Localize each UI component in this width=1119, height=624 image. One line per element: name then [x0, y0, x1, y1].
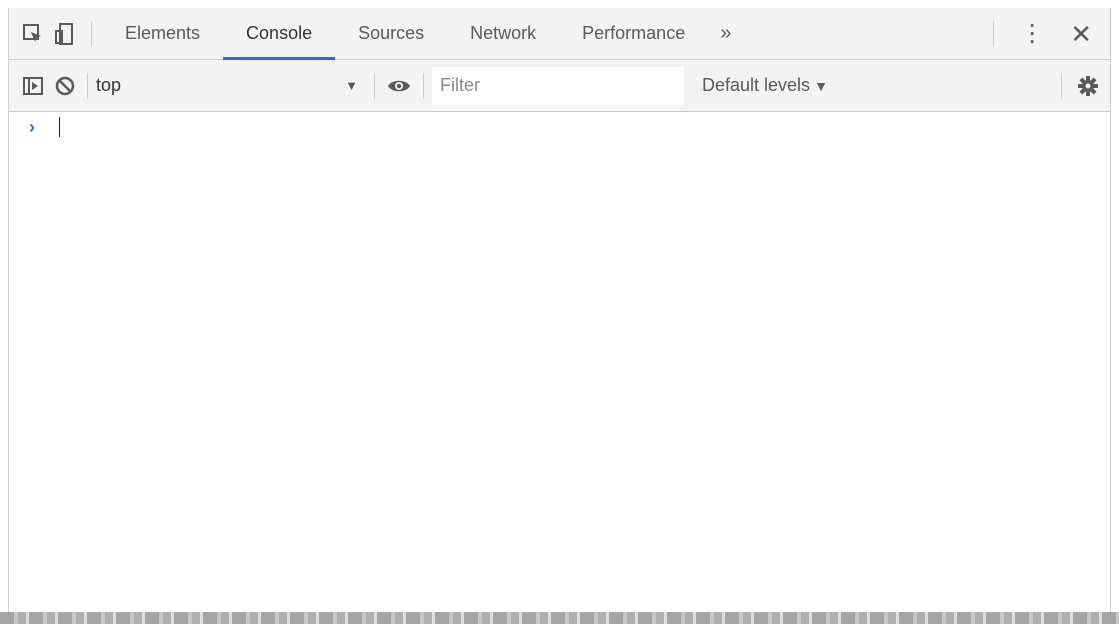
close-icon[interactable]: ✕: [1060, 8, 1102, 60]
tab-sources[interactable]: Sources: [335, 8, 447, 60]
toolbar-divider-2: [374, 72, 375, 99]
sidebar-toggle-icon[interactable]: [17, 70, 49, 102]
chevron-down-icon: ▼: [814, 78, 828, 94]
clear-console-icon[interactable]: [49, 70, 81, 102]
toolbar-divider: [87, 72, 88, 99]
chevron-down-icon: ▼: [345, 77, 358, 93]
console-output[interactable]: ›: [9, 112, 1110, 614]
device-toolbar-icon[interactable]: [49, 18, 81, 50]
context-value: top: [96, 75, 122, 95]
log-levels-label: Default levels: [702, 75, 811, 95]
console-toolbar: top ▼ Default levels▼: [9, 60, 1110, 112]
devtools-tabbar: Elements Console Sources Network Perform…: [9, 8, 1110, 60]
prompt-chevron-icon: ›: [29, 116, 35, 137]
toolbar-right-divider: [1061, 73, 1062, 99]
tab-performance[interactable]: Performance: [559, 8, 708, 60]
tabbar-right-divider: [993, 21, 995, 47]
element-picker-icon[interactable]: [17, 18, 49, 50]
tab-network[interactable]: Network: [447, 8, 559, 60]
torn-edge-artifact: [0, 612, 1119, 624]
tabbar-divider: [91, 20, 92, 47]
devtools-panel: Elements Console Sources Network Perform…: [8, 8, 1111, 614]
gear-icon[interactable]: [1072, 70, 1104, 102]
log-levels-dropdown[interactable]: Default levels ▼: [702, 75, 828, 96]
toolbar-divider-3: [423, 72, 424, 99]
text-caret: [59, 117, 60, 137]
customize-menu-icon[interactable]: ⋮: [1004, 8, 1060, 60]
console-prompt-line[interactable]: ›: [9, 112, 1110, 142]
tab-console[interactable]: Console: [223, 8, 336, 60]
context-selector[interactable]: top ▼: [92, 67, 366, 105]
more-tabs-chevron-icon[interactable]: »: [708, 22, 743, 45]
filter-input[interactable]: [432, 66, 684, 105]
tab-elements[interactable]: Elements: [102, 8, 223, 60]
eye-icon[interactable]: [383, 70, 415, 102]
